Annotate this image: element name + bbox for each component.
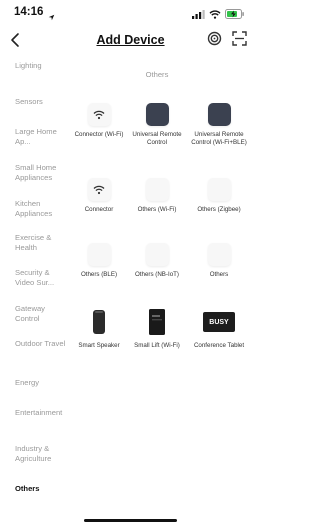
generic-device-icon [87, 243, 111, 266]
device-label: Universal Remote Control (Wi-Fi+BLE) [191, 131, 247, 146]
remote-control-icon [145, 103, 169, 126]
location-arrow-icon [48, 8, 55, 26]
device-others-ble[interactable]: Others (BLE) [68, 243, 130, 279]
wifi-status-icon [209, 6, 221, 24]
remote-control-icon [207, 103, 231, 126]
section-title: Others [145, 70, 169, 79]
generic-device-icon [207, 243, 231, 266]
sidebar-item-kitchen-appliances[interactable]: Kitchen Appliances [15, 199, 69, 218]
sidebar-item-large-home-appliances[interactable]: Large Home Ap... [15, 127, 69, 146]
device-others-zigbee[interactable]: Others (Zigbee) [188, 178, 250, 214]
smart-speaker-icon [88, 307, 111, 337]
small-lift-icon [146, 307, 169, 337]
device-universal-remote-wifi-ble[interactable]: Universal Remote Control (Wi-Fi+BLE) [188, 103, 250, 147]
signal-icon [192, 6, 205, 24]
sidebar-item-energy[interactable]: Energy [15, 378, 69, 388]
device-label: Small Lift (Wi-Fi) [134, 342, 180, 349]
sidebar-item-small-home-appliances[interactable]: Small Home Appliances [15, 163, 69, 182]
battery-charging-icon [225, 6, 245, 24]
device-label: Smart Speaker [78, 342, 120, 349]
home-indicator [84, 519, 177, 522]
sidebar-item-others[interactable]: Others [15, 484, 69, 494]
status-bar: 14:16 [0, 0, 261, 24]
device-label: Universal Remote Control [132, 131, 182, 146]
busy-badge: BUSY [209, 318, 229, 326]
device-label: Others (Zigbee) [197, 206, 241, 213]
sidebar-item-outdoor-travel[interactable]: Outdoor Travel [15, 339, 69, 349]
wifi-connector-icon [87, 178, 111, 201]
sidebar-item-industry-agriculture[interactable]: Industry & Agriculture [15, 444, 69, 463]
device-label: Others (NB-IoT) [134, 271, 179, 278]
generic-device-icon [145, 178, 169, 201]
device-connector[interactable]: Connector [68, 178, 130, 214]
device-others-nb-iot[interactable]: Others (NB-IoT) [126, 243, 188, 279]
generic-device-icon [207, 178, 231, 201]
device-label: Others (Wi-Fi) [137, 206, 177, 213]
device-label: Conference Tablet [193, 342, 245, 349]
conference-tablet-icon: BUSY [202, 307, 236, 337]
status-time: 14:16 [14, 6, 44, 18]
device-label: Connector (Wi-Fi) [74, 131, 124, 138]
sidebar-item-lighting[interactable]: Lighting [15, 61, 69, 71]
sidebar-item-gateway-control[interactable]: Gateway Control [15, 304, 69, 323]
sidebar-item-exercise-health[interactable]: Exercise & Health [15, 233, 69, 252]
device-small-lift[interactable]: Small Lift (Wi-Fi) [126, 307, 188, 350]
generic-device-icon [145, 243, 169, 266]
device-label: Connector [84, 206, 114, 213]
device-smart-speaker[interactable]: Smart Speaker [68, 307, 130, 350]
device-label: Others [209, 271, 229, 278]
sidebar-item-sensors[interactable]: Sensors [15, 97, 69, 107]
device-others-wifi[interactable]: Others (Wi-Fi) [126, 178, 188, 214]
device-universal-remote[interactable]: Universal Remote Control [126, 103, 188, 147]
sidebar-item-entertainment[interactable]: Entertainment [15, 408, 69, 418]
device-conference-tablet[interactable]: BUSY Conference Tablet [188, 307, 250, 350]
qr-scan-icon[interactable] [232, 31, 247, 51]
device-others[interactable]: Others [188, 243, 250, 279]
sidebar-item-security-video[interactable]: Security & Video Sur... [15, 268, 69, 287]
auto-scan-icon[interactable] [207, 31, 222, 51]
device-connector-wifi[interactable]: Connector (Wi-Fi) [68, 103, 130, 139]
wifi-connector-icon [87, 103, 111, 126]
nav-header: Add Device [0, 28, 261, 54]
device-label: Others (BLE) [80, 271, 118, 278]
